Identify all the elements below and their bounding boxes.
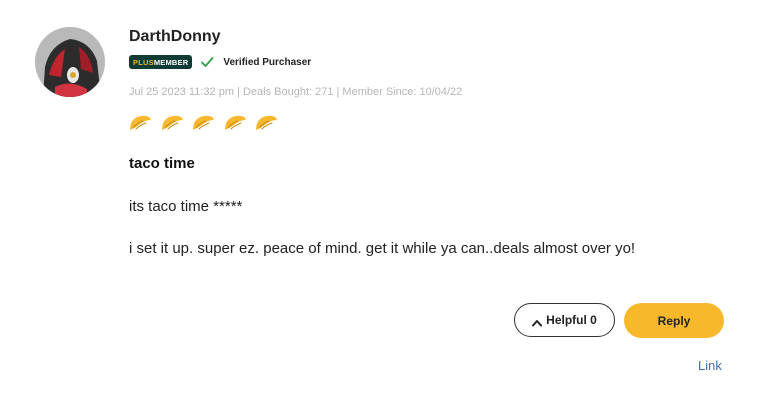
helpful-button[interactable]: Helpful 0 [514,303,615,337]
check-icon [200,55,214,69]
chevron-up-icon [532,316,543,327]
badge-plus-text: PLUS [133,57,154,67]
badge-row: PLUS MEMBER Verified Purchaser [129,54,311,70]
review-meta: Jul 25 2023 11:32 pm | Deals Bought: 271… [129,86,463,98]
review-body-line: its taco time ***** [129,198,243,215]
rating-tacos [128,114,286,132]
taco-icon [223,114,247,132]
taco-icon [160,114,184,132]
taco-icon [191,114,215,132]
reply-button[interactable]: Reply [624,303,724,338]
verified-purchaser-label: Verified Purchaser [223,56,312,68]
avatar[interactable] [35,27,105,97]
taco-icon [128,114,152,132]
permalink-link[interactable]: Link [698,358,722,373]
username[interactable]: DarthDonny [129,27,221,47]
avatar-image [35,27,105,97]
review-body-line: i set it up. super ez. peace of mind. ge… [129,240,636,257]
review-title: taco time [129,155,195,172]
helpful-label: Helpful 0 [546,313,597,327]
plus-member-badge: PLUS MEMBER [129,55,193,69]
badge-member-text: MEMBER [153,57,189,67]
taco-icon [254,114,278,132]
